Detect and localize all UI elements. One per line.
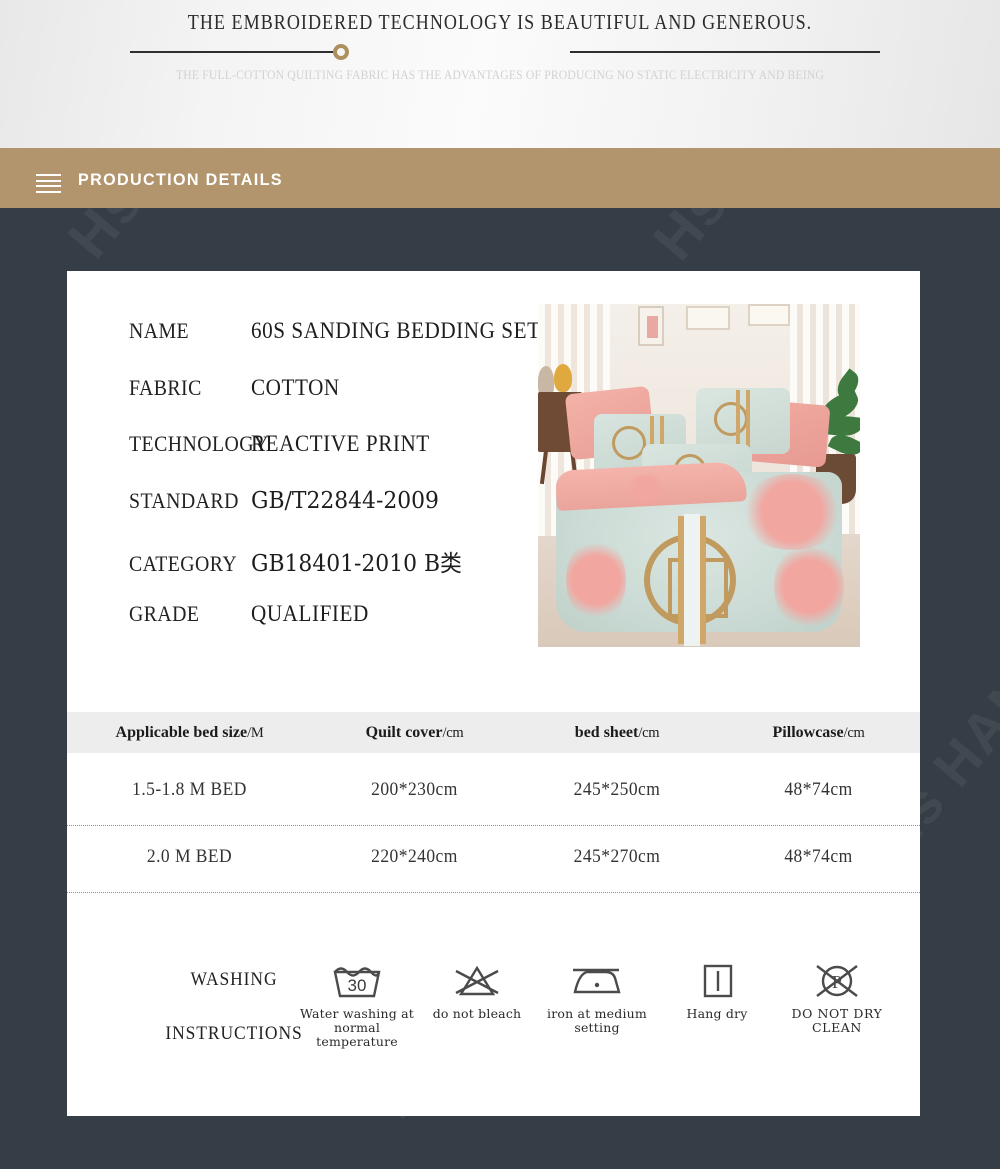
- iron-medium-icon: [537, 955, 657, 1007]
- spec-row: STANDARD GB/T22844-2009: [129, 488, 549, 545]
- hamburger-icon[interactable]: [36, 174, 61, 193]
- hamburger-line: [36, 185, 61, 187]
- blossom-print: [774, 540, 844, 632]
- wall-art-frame: [686, 306, 730, 330]
- watermark: Hs HANSEN: [640, 208, 918, 273]
- washing-icon-row: 30 Water washing at normal temperature d…: [297, 955, 897, 1049]
- hero-banner: THE EMBROIDERED TECHNOLOGY IS BEAUTIFUL …: [0, 0, 1000, 148]
- table-row: 2.0 M BED 220*240cm 245*270cm 48*74cm: [67, 846, 920, 868]
- spec-row: TECHNOLOGY REACTIVE PRINT: [129, 431, 549, 488]
- watermark: Hs HANSEN: [55, 208, 333, 271]
- cell-quilt-cover: 220*240cm: [371, 846, 458, 867]
- spec-row: CATEGORY GB18401-2010 B类: [129, 544, 549, 601]
- column-header-unit: /cm: [638, 724, 660, 741]
- column-header-pillowcase: Pillowcase/cm: [717, 724, 920, 742]
- spec-list: NAME 60S SANDING BEDDING SET FABRIC COTT…: [129, 318, 549, 657]
- care-symbol-no-bleach: do not bleach: [417, 955, 537, 1049]
- medallion-motif: [612, 426, 646, 460]
- section-bar-title: PRODUCTION DETAILS: [78, 170, 283, 189]
- blossom-print: [624, 474, 668, 504]
- divider-line-right: [570, 51, 880, 53]
- spec-row: FABRIC COTTON: [129, 375, 549, 432]
- column-header-quilt-cover: Quilt cover/cm: [312, 724, 517, 742]
- spec-value: 60S SANDING BEDDING SET: [251, 318, 541, 343]
- size-table-header: Applicable bed size/M Quilt cover/cm bed…: [67, 712, 920, 753]
- hero-title: THE EMBROIDERED TECHNOLOGY IS BEAUTIFUL …: [187, 10, 813, 34]
- hang-dry-icon: [657, 955, 777, 1007]
- spec-key: NAME: [129, 318, 190, 343]
- table-row: 1.5-1.8 M BED 200*230cm 245*250cm 48*74c…: [67, 779, 920, 801]
- table-lamp: [554, 364, 572, 392]
- spec-value: QUALIFIED: [251, 600, 369, 626]
- care-caption: iron at medium setting: [547, 1006, 647, 1035]
- product-photo[interactable]: [538, 304, 860, 647]
- blossom-print: [566, 536, 626, 624]
- spec-value: GB/T22844-2009: [251, 487, 439, 514]
- spec-value: GB18401-2010 B类: [251, 551, 462, 577]
- column-header-label: Quilt cover: [365, 723, 443, 741]
- wash-30-tub-icon: 30: [297, 955, 417, 1007]
- column-header-unit: /M: [247, 724, 264, 741]
- column-header-label: Applicable bed size: [115, 723, 248, 741]
- spec-key: GRADE: [129, 600, 200, 626]
- hero-divider: [130, 44, 880, 60]
- hamburger-line: [36, 179, 61, 182]
- care-caption: Water washing at normal temperature: [300, 1006, 414, 1049]
- medallion-motif: [714, 402, 748, 436]
- do-not-bleach-icon: [417, 955, 537, 1007]
- cell-bed-sheet: 245*250cm: [573, 779, 661, 800]
- care-symbol-hang-dry: Hang dry: [657, 955, 777, 1049]
- duvet-center-band: [684, 514, 700, 646]
- column-header-unit: /cm: [442, 724, 464, 741]
- care-symbol-iron-medium: iron at medium setting: [537, 955, 657, 1049]
- hamburger-line: [36, 190, 61, 193]
- hamburger-line: [36, 174, 61, 176]
- cell-bed-sheet: 245*270cm: [573, 846, 661, 867]
- row-divider: [67, 892, 920, 893]
- wall-art-frame: [638, 306, 664, 346]
- spec-value: REACTIVE PRINT: [251, 431, 430, 456]
- column-header-label: Pillowcase: [772, 723, 844, 741]
- cell-pillowcase: 48*74cm: [784, 779, 853, 800]
- column-header-bed-sheet: bed sheet/cm: [517, 724, 717, 742]
- cell-quilt-cover: 200*230cm: [371, 779, 458, 800]
- spec-key: FABRIC: [129, 374, 202, 400]
- divider-ring-icon: [333, 44, 349, 60]
- row-divider: [67, 825, 920, 826]
- cell-bed-size: 1.5-1.8 M BED: [132, 779, 247, 800]
- divider-line-left: [130, 51, 335, 53]
- cell-bed-size: 2.0 M BED: [146, 846, 233, 867]
- cell-pillowcase: 48*74cm: [784, 846, 853, 867]
- spec-row: GRADE QUALIFIED: [129, 601, 549, 658]
- care-symbol-no-dry-clean: P DO NOT DRY CLEAN: [777, 955, 897, 1049]
- pillow-stripe: [736, 390, 740, 450]
- pillow-stripe: [746, 390, 750, 450]
- duvet-gold-stripe: [678, 516, 684, 644]
- hero-subtitle: THE FULL-COTTON QUILTING FABRIC HAS THE …: [175, 68, 824, 82]
- care-caption: Hang dry: [686, 1006, 748, 1021]
- duvet-gold-stripe: [700, 516, 706, 644]
- wall-art-frame: [748, 304, 790, 326]
- product-detail-page: THE EMBROIDERED TECHNOLOGY IS BEAUTIFUL …: [0, 0, 1000, 1169]
- blossom-print: [738, 474, 846, 550]
- column-header-label: bed sheet: [574, 723, 639, 741]
- spec-key: CATEGORY: [129, 551, 238, 576]
- details-card: NAME 60S SANDING BEDDING SET FABRIC COTT…: [67, 271, 920, 1116]
- do-not-dry-clean-icon: P: [777, 955, 897, 1007]
- care-caption: do not bleach: [432, 1006, 522, 1021]
- spec-row: NAME 60S SANDING BEDDING SET: [129, 318, 549, 375]
- svg-text:30: 30: [348, 976, 367, 995]
- spec-key: TECHNOLOGY: [129, 431, 269, 456]
- spec-key: STANDARD: [129, 487, 239, 513]
- care-symbol-wash-30: 30 Water washing at normal temperature: [297, 955, 417, 1049]
- care-caption: DO NOT DRY CLEAN: [791, 1006, 883, 1035]
- spec-value: COTTON: [251, 374, 340, 400]
- column-header-bed-size: Applicable bed size/M: [67, 724, 312, 742]
- column-header-unit: /cm: [843, 724, 865, 741]
